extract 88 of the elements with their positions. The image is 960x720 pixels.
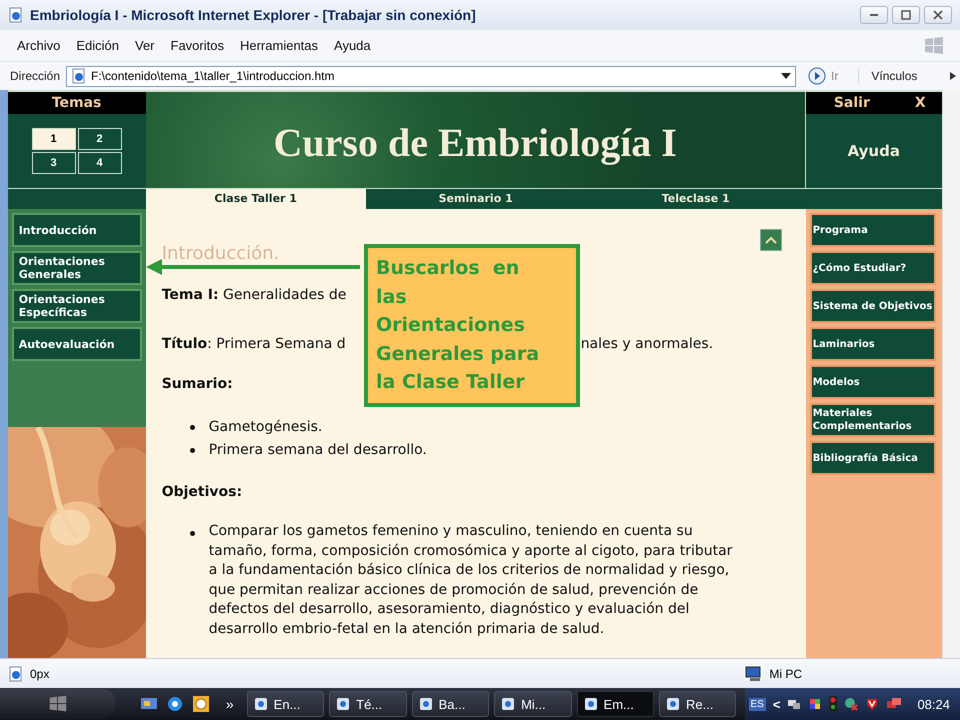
title-line-end: nales y anormales. — [580, 335, 714, 354]
sidebar-item[interactable]: Modelos — [810, 365, 936, 399]
bullet-icon — [190, 531, 195, 536]
zone-text: Mi PC — [769, 666, 802, 680]
scroll-up-button[interactable] — [760, 229, 782, 251]
callout-note: Buscarlos en las Orientaciones Generales para la Clase Taller — [364, 244, 580, 407]
address-label: Dirección — [10, 69, 60, 83]
menu-item[interactable]: Favoritos — [164, 38, 233, 53]
summary-item: Primera semana del desarrollo. — [208, 441, 427, 460]
app-icon — [666, 697, 680, 711]
summary-heading: Sumario: — [162, 375, 233, 394]
app-icon — [584, 697, 598, 711]
app-icon — [418, 697, 433, 711]
window-title: Embriología I - Microsoft Internet Explorer - [Trabajar sin conexión] — [30, 7, 476, 23]
sidebar-item[interactable]: Materiales Complementarios — [810, 403, 936, 437]
scrollbar[interactable] — [942, 90, 960, 658]
browser-icon[interactable] — [166, 695, 184, 713]
sidebar-item[interactable]: Orientaciones Específicas — [12, 289, 142, 323]
sidebar-item[interactable]: Programa — [810, 213, 936, 247]
minimize-button[interactable] — [860, 6, 888, 24]
tab[interactable]: Seminario 1 — [366, 189, 586, 209]
sidebar-item[interactable]: Laminarios — [810, 327, 936, 361]
chevron-icon[interactable] — [950, 72, 956, 80]
sidebar-item[interactable]: Bibliografía Básica — [810, 441, 936, 475]
help-link[interactable]: Ayuda — [848, 142, 900, 160]
menu-item[interactable]: Ver — [128, 38, 164, 53]
dropdown-icon[interactable] — [781, 73, 792, 79]
taskbar-button[interactable]: Ba... — [412, 691, 490, 717]
exit-link[interactable]: Salir — [834, 95, 870, 111]
menu-item[interactable]: Archivo — [10, 38, 70, 53]
maximize-icon — [901, 10, 911, 20]
tab[interactable]: Teleclase 1 — [586, 189, 806, 209]
caret-up-icon — [764, 236, 777, 244]
clock-icon[interactable] — [192, 695, 210, 713]
sidebar-item[interactable]: ¿Cómo Estudiar? — [810, 251, 936, 285]
traffic-light-icon[interactable] — [829, 696, 838, 712]
bullet-icon — [190, 448, 195, 453]
summary-item: Gametogénesis. — [208, 418, 322, 437]
bullet-icon — [190, 425, 195, 430]
page-icon — [8, 7, 24, 23]
sidebar-item[interactable]: Orientaciones Generales — [12, 251, 142, 285]
minimize-icon — [870, 14, 878, 16]
network-icon[interactable] — [787, 697, 802, 711]
section-heading: Introducción. — [162, 243, 280, 264]
taskbar-button[interactable]: Em... — [576, 691, 654, 717]
topic-button[interactable]: 2 — [78, 128, 122, 150]
sidebar-item[interactable]: Sistema de Objetivos — [810, 289, 936, 323]
more-button[interactable]: » — [226, 696, 234, 712]
app-icon — [254, 697, 268, 711]
menu-item[interactable]: Edición — [69, 38, 128, 53]
taskbar-button[interactable]: Re... — [659, 691, 736, 717]
computer-icon — [745, 666, 764, 682]
language-indicator[interactable]: ES — [748, 698, 766, 710]
page-icon — [71, 68, 88, 84]
tray-expand-button[interactable]: < — [772, 696, 780, 712]
taskbar-button[interactable]: Mi... — [494, 691, 572, 717]
objectives-heading: Objetivos: — [162, 483, 242, 502]
address-field[interactable]: F:\contenido\tema_1\taller_1\introduccion.htm — [66, 66, 796, 86]
close-button[interactable] — [924, 6, 952, 24]
taskbar-button[interactable]: Té... — [329, 691, 407, 717]
menu-item[interactable]: Ayuda — [327, 38, 380, 53]
topic-button[interactable]: 1 — [32, 128, 76, 150]
close-link[interactable]: X — [914, 95, 926, 111]
close-icon — [933, 10, 943, 20]
flag-icon[interactable] — [808, 697, 822, 711]
sidebar-item[interactable]: Autoevaluación — [12, 327, 142, 361]
topic-button[interactable]: 4 — [78, 152, 122, 174]
status-text: 0px — [30, 666, 50, 680]
maximize-button[interactable] — [892, 6, 920, 24]
app-icon — [501, 697, 516, 711]
course-title: Curso de Embriología I — [274, 118, 677, 166]
objective-item: Comparar los gametos femenino y masculino, teniendo en cuenta su tamaño, forma, composición cromosómica y aporte al cigoto, para tributar a la fundamentación básico clínica de los criterios de normalidad y riesgo, que permitan realizar acciones de promoción de salud, prevención de defectos del desarrollo, asesoramiento, diagnóstico y evaluación del desarrollo embrio-fetal en la atención primaria de salud. — [208, 522, 734, 638]
topics-title: Temas — [8, 92, 146, 114]
title-line: Título: Primera Semana d — [162, 335, 346, 354]
tab[interactable]: Clase Taller 1 — [146, 189, 366, 209]
links-label[interactable]: Vínculos — [858, 69, 918, 83]
shield-icon[interactable] — [865, 697, 880, 711]
topic-line: Tema I: Generalidades de — [162, 286, 346, 305]
connection-icon[interactable] — [844, 697, 858, 711]
topic-button[interactable]: 3 — [32, 152, 76, 174]
monitors-icon[interactable] — [886, 697, 902, 711]
page-icon — [8, 666, 24, 682]
clock: 08:24 — [917, 696, 950, 712]
start-button[interactable] — [0, 689, 116, 719]
menu-item[interactable]: Herramientas — [232, 38, 328, 53]
sidebar-item[interactable]: Introducción — [12, 213, 142, 247]
taskbar-button[interactable]: En... — [246, 691, 324, 717]
app-icon — [336, 697, 350, 711]
